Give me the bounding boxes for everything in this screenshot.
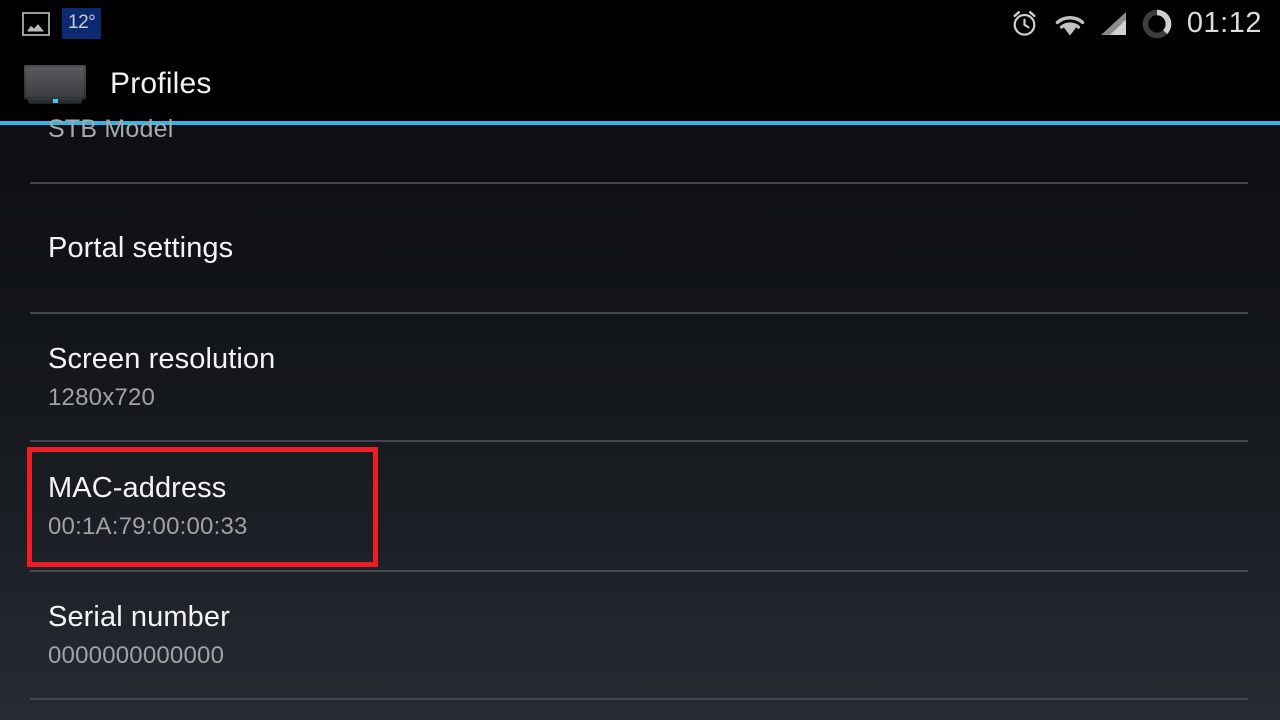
list-item-title: Serial number <box>48 600 230 633</box>
alarm-clock-icon <box>1013 11 1036 36</box>
tv-icon-body <box>24 65 86 99</box>
list-item-value: 1280x720 <box>48 384 156 412</box>
list-item-mac-address[interactable]: MAC-address 00:1A:79:00:00:33 <box>0 442 1280 570</box>
cellular-signal-icon <box>1100 12 1126 35</box>
android-settings-screen: 12° 01:12 Profiles STB Model Portal sett… <box>0 0 1280 720</box>
action-bar: Profiles <box>0 47 1280 121</box>
status-bar-clock: 01:12 <box>1186 7 1262 39</box>
list-item-screen-resolution[interactable]: Screen resolution 1280x720 <box>0 314 1280 440</box>
list-item-title: MAC-address <box>48 471 227 504</box>
battery-ring-icon <box>1142 9 1172 38</box>
settings-list[interactable]: STB Model Portal settings Screen resolut… <box>0 115 1280 720</box>
weather-temperature-badge[interactable]: 12° <box>62 8 102 39</box>
list-item-value: 0000000000000 <box>48 642 225 670</box>
status-bar-left: 12° <box>0 8 102 39</box>
list-item-stb-model[interactable]: STB Model <box>0 115 1280 182</box>
status-bar: 12° 01:12 <box>0 0 1280 47</box>
wifi-icon <box>1055 15 1085 35</box>
page-title: Profiles <box>110 67 212 100</box>
list-item-value: 00:1A:79:00:00:33 <box>48 513 248 541</box>
status-bar-right: 01:12 <box>1009 7 1280 41</box>
list-item-title: Screen resolution <box>48 342 276 375</box>
tv-icon-led <box>53 99 58 103</box>
list-item-serial-number[interactable]: Serial number 0000000000000 <box>0 572 1280 698</box>
tv-icon[interactable] <box>22 63 88 105</box>
photo-icon <box>22 11 50 36</box>
list-divider <box>30 698 1248 700</box>
tv-icon-screen <box>26 67 84 97</box>
list-item-title: STB Model <box>48 115 174 143</box>
list-item-title: Portal settings <box>48 231 234 264</box>
list-item-portal-settings[interactable]: Portal settings <box>0 184 1280 312</box>
